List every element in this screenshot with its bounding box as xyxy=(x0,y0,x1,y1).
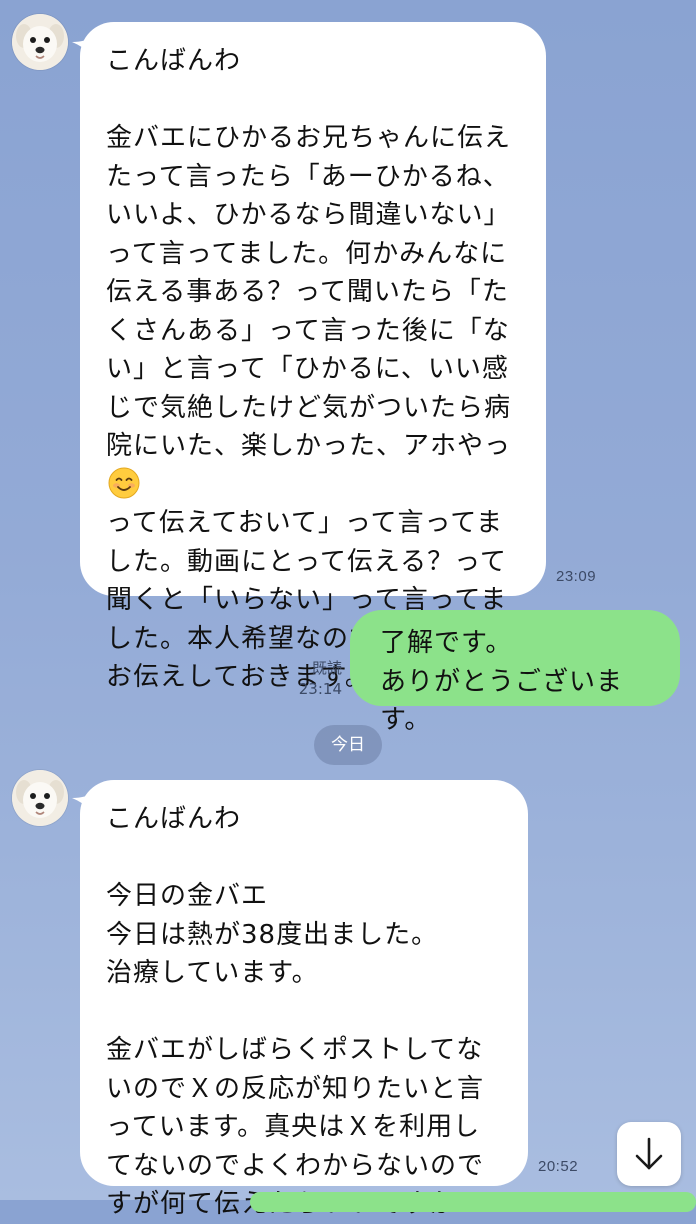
smiling-face-emoji xyxy=(108,467,140,498)
date-separator: 今日 xyxy=(314,725,382,765)
message-time: 23:09 xyxy=(556,568,597,585)
message-text: こんばんわ 金バエにひかるお兄ちゃんに伝えたって言ったら「あーひかるね、いいよ、… xyxy=(106,46,512,461)
arrow-down-icon xyxy=(635,1137,663,1170)
avatar[interactable] xyxy=(12,770,68,826)
outgoing-message-bubble[interactable]: 了解です。 ありがとうございます。 xyxy=(350,610,680,735)
read-label: 既読 xyxy=(311,659,342,677)
read-status: 既読 23:14 xyxy=(288,658,342,700)
puppy-avatar-icon xyxy=(12,770,68,826)
message-text: 了解です。 ありがとうございます。 xyxy=(380,628,624,735)
outgoing-message-bubble-partial xyxy=(250,1192,696,1212)
puppy-avatar-icon xyxy=(12,14,68,70)
incoming-message-bubble[interactable]: こんばんわ 金バエにひかるお兄ちゃんに伝えたって言ったら「あーひかるね、いいよ、… xyxy=(80,22,546,692)
message-time: 20:52 xyxy=(538,1158,579,1175)
message-time: 23:14 xyxy=(298,680,342,698)
scroll-to-bottom-button[interactable] xyxy=(617,1122,681,1186)
message-text: こんばんわ 今日の金バエ 今日は熱が38度出ました。 治療しています。 金バエが… xyxy=(106,804,485,1219)
incoming-message-bubble[interactable]: こんばんわ 今日の金バエ 今日は熱が38度出ました。 治療しています。 金バエが… xyxy=(80,780,528,1219)
chat-view: こんばんわ 金バエにひかるお兄ちゃんに伝えたって言ったら「あーひかるね、いいよ、… xyxy=(0,0,696,1219)
avatar[interactable] xyxy=(12,14,68,70)
